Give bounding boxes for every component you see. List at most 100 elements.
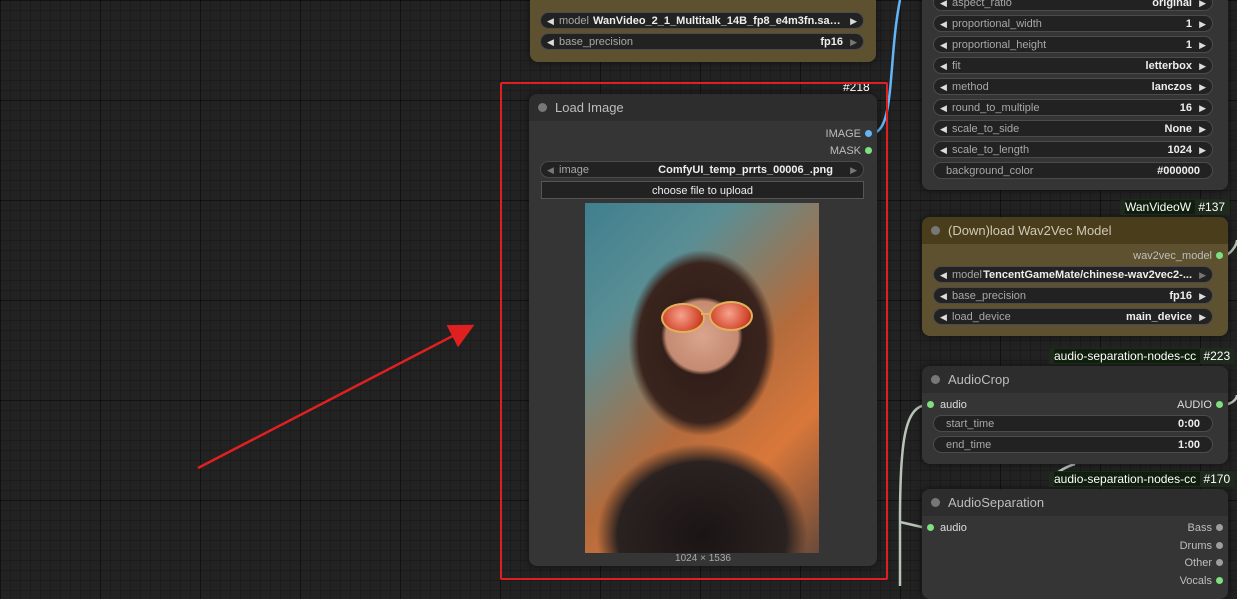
wav2vec-output-dot[interactable]: [1216, 252, 1223, 259]
next-arrow-icon[interactable]: ▶: [1199, 37, 1206, 54]
bass-output-port[interactable]: Bass: [1112, 520, 1212, 536]
load-image-title-bar[interactable]: Load Image: [529, 94, 877, 121]
wav2vec-output-port[interactable]: wav2vec_model: [1062, 248, 1212, 264]
audio-input-dot[interactable]: [927, 524, 934, 531]
widget-value: None: [1164, 123, 1193, 135]
prev-arrow-icon[interactable]: ◀: [940, 309, 947, 326]
other-output-dot[interactable]: [1216, 559, 1223, 566]
audio-input-port[interactable]: audio: [940, 520, 967, 536]
prev-arrow-icon[interactable]: ◀: [940, 100, 947, 117]
mask-output-dot[interactable]: [865, 147, 872, 154]
prev-arrow-icon[interactable]: ◀: [940, 58, 947, 75]
prev-arrow-icon[interactable]: ◀: [940, 79, 947, 96]
image-output-dot[interactable]: [865, 130, 872, 137]
model-loader-node[interactable]: model ◀ model WanVideo_2_1_Multitalk_14B…: [530, 0, 876, 62]
next-arrow-icon[interactable]: ▶: [1199, 0, 1206, 12]
collapse-dot-icon[interactable]: [931, 498, 940, 507]
vocals-output-port[interactable]: Vocals: [1112, 573, 1212, 589]
widget-value: ComfyUI_temp_prrts_00006_.png: [658, 164, 833, 176]
resize-widget-method[interactable]: ◀ method lanczos ▶: [933, 78, 1213, 95]
audio-input-dot[interactable]: [927, 401, 934, 408]
base-precision-combo[interactable]: ◀ base_precision fp16 ▶: [540, 33, 864, 50]
next-arrow-icon[interactable]: ▶: [850, 162, 857, 179]
widget-value: fp16: [1169, 290, 1192, 302]
widget-label: base_precision: [559, 36, 633, 48]
badge-id: #137: [1198, 200, 1226, 214]
collapse-dot-icon[interactable]: [931, 226, 940, 235]
audio-output-dot[interactable]: [1216, 401, 1223, 408]
collapse-dot-icon[interactable]: [538, 103, 547, 112]
image-combo[interactable]: ◀ image ComfyUI_temp_prrts_00006_.png ▶: [540, 161, 864, 178]
wav2vec-precision-combo[interactable]: ◀ base_precision fp16 ▶: [933, 287, 1213, 304]
wav2vec-node[interactable]: (Down)load Wav2Vec Model wav2vec_model ◀…: [922, 217, 1228, 336]
audio-crop-node-badge: audio-separation-nodes-cc #223: [1049, 348, 1236, 364]
next-arrow-icon[interactable]: ▶: [850, 34, 857, 51]
load-image-node[interactable]: Load Image IMAGE MASK ◀ image ComfyUI_te…: [529, 94, 877, 566]
prev-arrow-icon[interactable]: ◀: [547, 162, 554, 179]
audio-crop-title-bar[interactable]: AudioCrop: [922, 366, 1228, 393]
widget-label: proportional_width: [952, 18, 1042, 30]
widget-value: 1: [1185, 39, 1192, 51]
widget-label: load_device: [952, 311, 1011, 323]
node-title: (Down)load Wav2Vec Model: [948, 223, 1112, 238]
wav2vec-title-bar[interactable]: (Down)load Wav2Vec Model: [922, 217, 1228, 244]
collapse-dot-icon[interactable]: [931, 375, 940, 384]
bass-output-dot[interactable]: [1216, 524, 1223, 531]
prev-arrow-icon[interactable]: ◀: [547, 13, 554, 30]
widget-label: image: [559, 164, 589, 176]
port-label: Bass: [1187, 522, 1212, 534]
prev-arrow-icon[interactable]: ◀: [940, 0, 947, 12]
next-arrow-icon[interactable]: ▶: [850, 13, 857, 30]
port-label: MASK: [829, 145, 861, 157]
drums-output-port[interactable]: Drums: [1112, 538, 1212, 554]
prev-arrow-icon[interactable]: ◀: [940, 142, 947, 159]
next-arrow-icon[interactable]: ▶: [1199, 121, 1206, 138]
port-label: audio: [940, 399, 967, 411]
prev-arrow-icon[interactable]: ◀: [940, 16, 947, 33]
resize-widget-aspect-ratio[interactable]: ◀ aspect_ratio original ▶: [933, 0, 1213, 11]
next-arrow-icon[interactable]: ▶: [1199, 58, 1206, 75]
image-preview: [585, 203, 819, 553]
model-combo[interactable]: ◀ model WanVideo_2_1_Multitalk_14B_fp8_e…: [540, 12, 864, 29]
resize-widget-round-to-multiple[interactable]: ◀ round_to_multiple 16 ▶: [933, 99, 1213, 116]
next-arrow-icon[interactable]: ▶: [1199, 267, 1206, 284]
prev-arrow-icon[interactable]: ◀: [940, 121, 947, 138]
next-arrow-icon[interactable]: ▶: [1199, 288, 1206, 305]
resize-widget-proportional-height[interactable]: ◀ proportional_height 1 ▶: [933, 36, 1213, 53]
prev-arrow-icon[interactable]: ◀: [940, 37, 947, 54]
resize-widget-background-color[interactable]: background_color #000000: [933, 162, 1213, 179]
image-output-port[interactable]: IMAGE: [761, 126, 861, 142]
audio-input-port[interactable]: audio: [940, 397, 967, 413]
prev-arrow-icon[interactable]: ◀: [547, 34, 554, 51]
widget-label: background_color: [946, 165, 1034, 177]
resize-widget-fit[interactable]: ◀ fit letterbox ▶: [933, 57, 1213, 74]
start-time-field[interactable]: start_time 0:00: [933, 415, 1213, 432]
vocals-output-dot[interactable]: [1216, 577, 1223, 584]
widget-value: original: [1152, 0, 1192, 9]
end-time-field[interactable]: end_time 1:00: [933, 436, 1213, 453]
mask-output-port[interactable]: MASK: [761, 143, 861, 159]
widget-label: aspect_ratio: [952, 0, 1012, 9]
resize-widget-scale-to-length[interactable]: ◀ scale_to_length 1024 ▶: [933, 141, 1213, 158]
drums-output-dot[interactable]: [1216, 542, 1223, 549]
next-arrow-icon[interactable]: ▶: [1199, 142, 1206, 159]
other-output-port[interactable]: Other: [1112, 555, 1212, 571]
audio-separation-title-bar[interactable]: AudioSeparation: [922, 489, 1228, 516]
wav2vec-model-combo[interactable]: ◀ model TencentGameMate/chinese-wav2vec2…: [933, 266, 1213, 283]
choose-file-button[interactable]: choose file to upload: [541, 181, 864, 199]
resize-widget-scale-to-side[interactable]: ◀ scale_to_side None ▶: [933, 120, 1213, 137]
audio-separation-node[interactable]: AudioSeparation audio Bass Drums Other V…: [922, 489, 1228, 599]
next-arrow-icon[interactable]: ▶: [1199, 79, 1206, 96]
next-arrow-icon[interactable]: ▶: [1199, 100, 1206, 117]
next-arrow-icon[interactable]: ▶: [1199, 16, 1206, 33]
wav2vec-device-combo[interactable]: ◀ load_device main_device ▶: [933, 308, 1213, 325]
prev-arrow-icon[interactable]: ◀: [940, 288, 947, 305]
audio-output-port[interactable]: AUDIO: [1112, 397, 1212, 413]
audio-crop-node[interactable]: AudioCrop audio AUDIO start_time 0:00 en…: [922, 366, 1228, 464]
resize-widget-proportional-width[interactable]: ◀ proportional_width 1 ▶: [933, 15, 1213, 32]
prev-arrow-icon[interactable]: ◀: [940, 267, 947, 284]
next-arrow-icon[interactable]: ▶: [1199, 309, 1206, 326]
widget-value: WanVideo_2_1_Multitalk_14B_fp8_e4m3fn.sa…: [593, 15, 843, 27]
model-output-port[interactable]: model: [740, 0, 860, 1]
port-label: AUDIO: [1177, 399, 1212, 411]
